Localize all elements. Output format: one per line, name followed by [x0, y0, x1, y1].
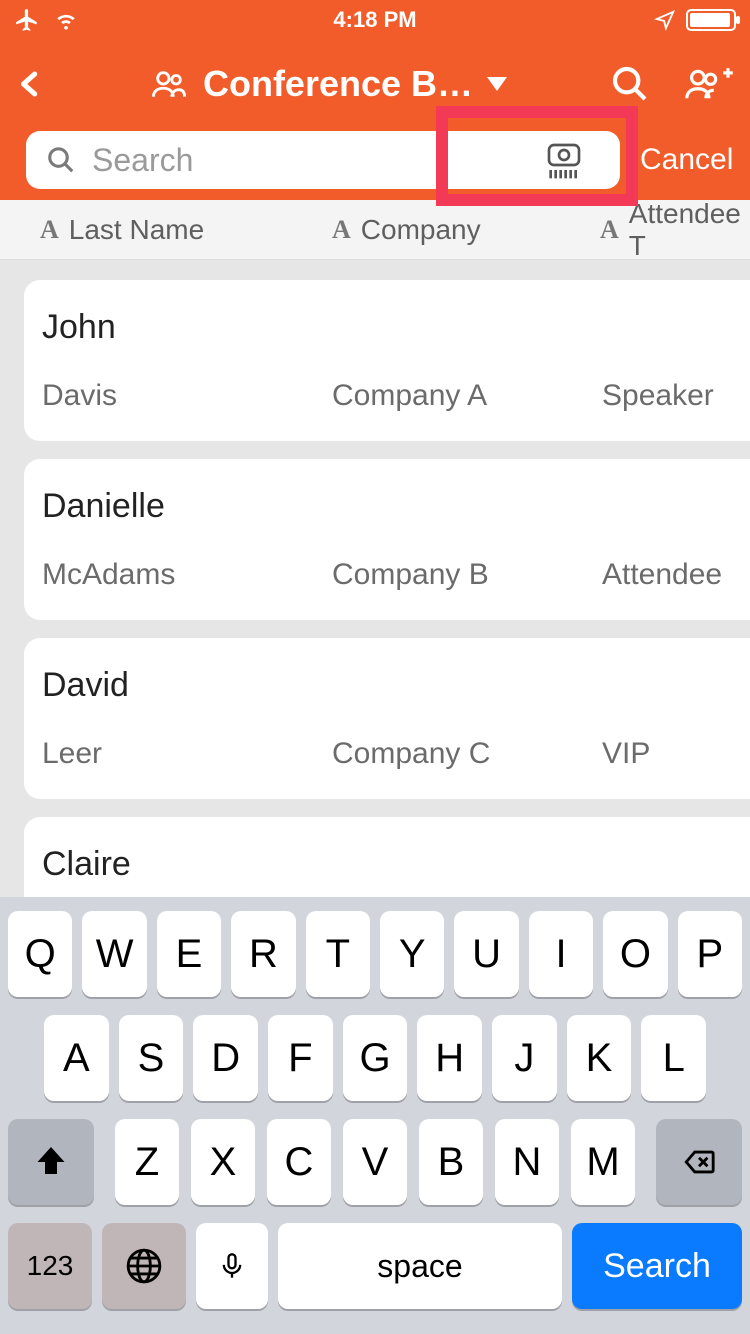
key-u[interactable]: U	[454, 911, 518, 997]
attendee-firstname: Danielle	[42, 487, 750, 526]
attendee-company: Company B	[332, 558, 602, 592]
cancel-button[interactable]: Cancel	[640, 143, 733, 177]
key-q[interactable]: Q	[8, 911, 72, 997]
key-s[interactable]: S	[119, 1015, 184, 1101]
key-w[interactable]: W	[82, 911, 146, 997]
col-lastname-label: Last Name	[69, 214, 204, 246]
attendee-type: Attendee	[602, 558, 750, 592]
key-g[interactable]: G	[343, 1015, 408, 1101]
globe-key[interactable]	[102, 1223, 186, 1309]
key-k[interactable]: K	[567, 1015, 632, 1101]
key-a[interactable]: A	[44, 1015, 109, 1101]
sort-icon: A	[332, 215, 351, 245]
key-j[interactable]: J	[492, 1015, 557, 1101]
attendee-firstname: Claire	[42, 845, 750, 884]
attendee-lastname: Leer	[42, 737, 332, 771]
status-bar: 4:18 PM	[0, 0, 750, 40]
key-t[interactable]: T	[306, 911, 370, 997]
list-item[interactable]: Danielle McAdams Company B Attendee	[24, 459, 750, 620]
key-r[interactable]: R	[231, 911, 295, 997]
key-x[interactable]: X	[191, 1119, 255, 1205]
keyboard-row-1: QWERTYUIOP	[8, 911, 742, 997]
key-p[interactable]: P	[678, 911, 742, 997]
key-c[interactable]: C	[267, 1119, 331, 1205]
key-v[interactable]: V	[343, 1119, 407, 1205]
keyboard: QWERTYUIOP ASDFGHJKL ZXCVBNM 123 space S…	[0, 897, 750, 1334]
search-button[interactable]	[610, 64, 650, 104]
key-m[interactable]: M	[571, 1119, 635, 1205]
search-field-container	[26, 131, 620, 189]
barcode-scan-button[interactable]	[528, 140, 600, 180]
dictation-key[interactable]	[196, 1223, 268, 1309]
attendee-lastname: McAdams	[42, 558, 332, 592]
attendee-company: Company A	[332, 379, 602, 413]
back-button[interactable]	[16, 61, 46, 107]
attendee-firstname: John	[42, 308, 750, 347]
keyboard-row-2: ASDFGHJKL	[8, 1015, 742, 1101]
keyboard-row-3: ZXCVBNM	[8, 1119, 742, 1205]
col-type-label: Attendee T	[629, 198, 750, 262]
chevron-down-icon	[487, 77, 507, 91]
key-o[interactable]: O	[603, 911, 667, 997]
key-z[interactable]: Z	[115, 1119, 179, 1205]
key-d[interactable]: D	[193, 1015, 258, 1101]
key-n[interactable]: N	[495, 1119, 559, 1205]
column-headers: A Last Name A Company A Attendee T	[0, 200, 750, 260]
backspace-key[interactable]	[656, 1119, 742, 1205]
col-company-label: Company	[361, 214, 481, 246]
key-h[interactable]: H	[417, 1015, 482, 1101]
attendee-firstname: David	[42, 666, 750, 705]
sort-icon: A	[40, 215, 59, 245]
search-input[interactable]	[92, 142, 512, 179]
key-e[interactable]: E	[157, 911, 221, 997]
nav-bar: Conference B…	[0, 40, 750, 128]
title-dropdown[interactable]: Conference B…	[66, 63, 590, 105]
list-item[interactable]: John Davis Company A Speaker	[24, 280, 750, 441]
sort-by-lastname[interactable]: A Last Name	[40, 214, 332, 246]
key-l[interactable]: L	[641, 1015, 706, 1101]
numbers-key[interactable]: 123	[8, 1223, 92, 1309]
add-attendee-button[interactable]	[684, 65, 734, 103]
key-b[interactable]: B	[419, 1119, 483, 1205]
keyboard-search-key[interactable]: Search	[572, 1223, 742, 1309]
shift-key[interactable]	[8, 1119, 94, 1205]
attendee-lastname: Davis	[42, 379, 332, 413]
search-icon	[46, 145, 76, 175]
keyboard-row-4: 123 space Search	[8, 1223, 742, 1309]
page-title: Conference B…	[203, 63, 473, 105]
key-f[interactable]: F	[268, 1015, 333, 1101]
battery-icon	[686, 9, 736, 31]
people-icon	[149, 67, 189, 101]
key-y[interactable]: Y	[380, 911, 444, 997]
search-row: Cancel	[0, 128, 750, 200]
sort-by-company[interactable]: A Company	[332, 214, 600, 246]
sort-by-type[interactable]: A Attendee T	[600, 198, 750, 262]
attendee-type: VIP	[602, 737, 750, 771]
list-item[interactable]: David Leer Company C VIP	[24, 638, 750, 799]
attendee-type: Speaker	[602, 379, 750, 413]
status-time: 4:18 PM	[0, 7, 750, 33]
attendee-list[interactable]: John Davis Company A Speaker Danielle Mc…	[0, 280, 750, 934]
key-i[interactable]: I	[529, 911, 593, 997]
space-key[interactable]: space	[278, 1223, 562, 1309]
attendee-company: Company C	[332, 737, 602, 771]
sort-icon: A	[600, 215, 619, 245]
